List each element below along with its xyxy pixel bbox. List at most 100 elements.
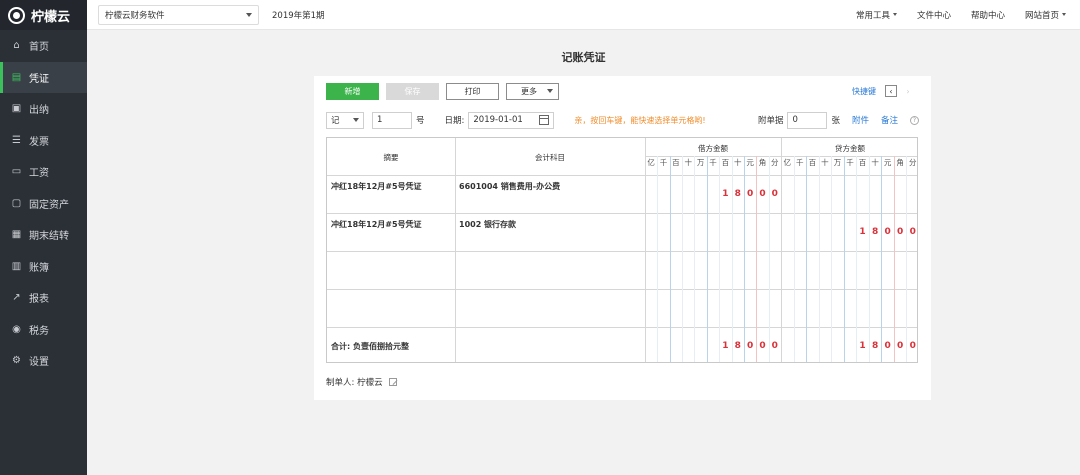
sidebar-item-label: 首页 (29, 42, 49, 54)
debit-digit-unit: 亿 (647, 158, 655, 167)
digit-divider (881, 156, 883, 362)
sidebar-item-label: 设置 (29, 357, 49, 369)
sidebar-item-7[interactable]: ▥ 账簿 (0, 251, 87, 283)
calendar-icon[interactable] (539, 115, 550, 125)
site-home-menu[interactable]: 网站首页 (1025, 9, 1066, 21)
company-select[interactable]: 柠檬云财务软件 (98, 4, 259, 25)
table-column-divider (781, 138, 782, 362)
chevron-down-icon (547, 89, 553, 93)
nav-icon: ▤ (11, 71, 22, 83)
sidebar-item-10[interactable]: ⚙ 设置 (0, 345, 87, 377)
nav-icon: ▭ (11, 166, 22, 178)
chevron-down-icon (246, 12, 252, 17)
nav-icon: ⚙ (12, 355, 21, 367)
credit-digit-unit: 分 (908, 158, 917, 167)
attachment-count-input[interactable]: 0 (787, 111, 828, 129)
maker-name: 柠檬云 (357, 378, 383, 388)
debit-digit-unit: 十 (733, 158, 742, 167)
row-summary[interactable]: 冲红18年12月#5号凭证 (331, 181, 422, 192)
voucher-word-value: 记 (331, 116, 340, 126)
sidebar-item-2[interactable]: ▣ 出纳 (0, 93, 87, 125)
digit-divider (669, 156, 671, 362)
credit-digit-unit: 十 (821, 158, 829, 167)
date-input[interactable]: 2019-01-01 (468, 111, 555, 129)
digit-divider (831, 156, 833, 362)
total-credit-digit: 0 (909, 341, 916, 351)
voucher-table: 摘要 会计科目 借方金额 贷方金额亿亿千千百百十十万万千千百百十十元元角角分分冲红18… (326, 137, 918, 363)
sidebar-item-4[interactable]: ▭ 工资 (0, 156, 87, 188)
digit-divider (856, 156, 858, 362)
print-button[interactable]: 打印 (446, 82, 499, 100)
credit-digit-unit: 百 (858, 158, 867, 167)
more-dropdown[interactable]: 更多 (506, 82, 559, 100)
row-account[interactable]: 1002 银行存款 (459, 219, 516, 230)
note-link[interactable]: 备注 (881, 114, 898, 126)
total-credit-digit: 0 (884, 341, 891, 351)
sidebar-item-8[interactable]: ↗ 报表 (0, 282, 87, 314)
credit-digit-unit: 十 (871, 158, 879, 167)
debit-amount-digit: 8 (734, 189, 741, 199)
voucher-card: 新增 保存 打印 更多 快捷键 ‹ › 记 1 号 日期: 2019-01-01… (314, 76, 931, 400)
credit-amount-digit: 0 (897, 227, 904, 237)
prev-voucher-button[interactable]: ‹ (885, 85, 897, 97)
nav-icon: ▥ (11, 260, 22, 272)
brand-name: 柠檬云 (31, 9, 71, 25)
digit-divider (682, 156, 684, 362)
logo[interactable]: 柠檬云 (0, 0, 87, 30)
sidebar-item-3[interactable]: ☰ 发票 (0, 125, 87, 157)
table-row-divider (327, 213, 917, 214)
digit-divider (719, 156, 721, 362)
digit-divider (793, 156, 795, 362)
sidebar-item-5[interactable]: ▢ 固定资产 (0, 188, 87, 220)
debit-digit-unit: 百 (672, 158, 680, 167)
credit-digit-unit: 万 (833, 158, 842, 167)
shortcut-link[interactable]: 快捷键 (852, 86, 876, 97)
attachment-link[interactable]: 附件 (852, 114, 869, 126)
digit-divider (768, 156, 770, 362)
next-voucher-button[interactable]: › (902, 85, 914, 97)
debit-digit-unit: 百 (721, 158, 730, 167)
table-column-divider (645, 138, 646, 362)
credit-digit-unit: 百 (808, 158, 817, 167)
debit-digit-unit: 千 (709, 158, 717, 167)
digit-divider (906, 156, 908, 362)
help-center-link[interactable]: 帮助中心 (971, 9, 1005, 21)
save-button[interactable]: 保存 (386, 82, 439, 100)
voucher-word-select[interactable]: 记 (326, 111, 364, 129)
sidebar-item-1[interactable]: ▤ 凭证 (0, 61, 87, 93)
company-name: 柠檬云财务软件 (105, 10, 165, 21)
credit-digit-unit: 亿 (783, 158, 792, 167)
new-button[interactable]: 新增 (326, 82, 379, 100)
edit-icon[interactable] (388, 378, 397, 386)
voucher-number-input[interactable]: 1 (372, 111, 412, 129)
maker-label: 制单人: (326, 378, 355, 388)
digit-divider (818, 156, 820, 362)
sidebar-item-label: 报表 (29, 294, 49, 306)
chevron-down-icon (892, 13, 897, 16)
total-credit-digit: 0 (897, 341, 904, 351)
number-suffix: 号 (416, 116, 425, 126)
total-credit-digit: 8 (871, 341, 879, 351)
sidebar-item-9[interactable]: ◉ 税务 (0, 314, 87, 346)
total-debit-digit: 8 (734, 341, 741, 351)
digit-divider (694, 156, 696, 362)
file-center-link[interactable]: 文件中心 (917, 9, 951, 21)
top-bar: 柠檬云财务软件 2019年第1期 常用工具 文件中心 帮助中心 网站首页 (87, 0, 1080, 30)
credit-amount-digit: 0 (884, 227, 891, 237)
total-label: 合计: 负壹佰捌拾元整 (331, 342, 409, 351)
row-summary[interactable]: 冲红18年12月#5号凭证 (331, 219, 422, 230)
accounting-period[interactable]: 2019年第1期 (272, 9, 325, 21)
row-account[interactable]: 6601004 销售费用-办公费 (459, 181, 560, 192)
debit-digit-unit: 十 (684, 158, 693, 167)
attachment-unit: 张 (831, 116, 840, 126)
sidebar-item-label: 工资 (29, 168, 49, 180)
sidebar-item-0[interactable]: ⌂ 首页 (0, 30, 87, 62)
credit-amount-digit: 0 (909, 227, 916, 237)
sidebar-item-6[interactable]: ▦ 期末结转 (0, 219, 87, 251)
account-header: 会计科目 (535, 153, 565, 162)
common-tools-menu[interactable]: 常用工具 (856, 9, 897, 21)
help-icon[interactable]: ? (910, 115, 919, 125)
sidebar-item-label: 固定资产 (29, 199, 69, 211)
credit-header: 贷方金额 (835, 144, 865, 153)
digit-divider (756, 156, 758, 362)
